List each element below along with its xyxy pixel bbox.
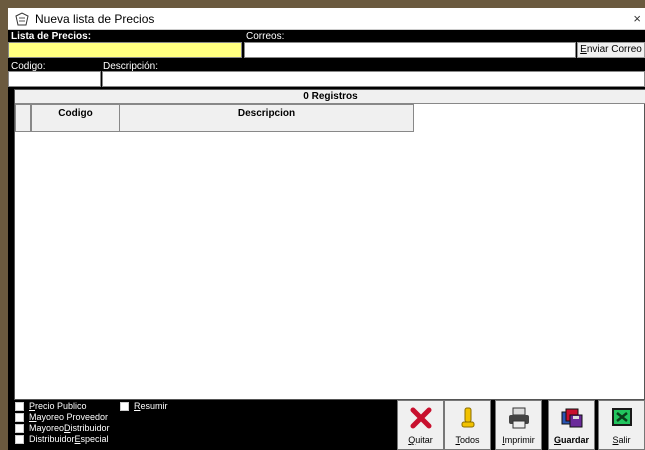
records-grid[interactable]: 0 Registros Codigo Descripcion [14, 89, 645, 400]
printer-icon [509, 407, 529, 429]
enviar-correo-button[interactable]: Enviar Correo [577, 42, 645, 58]
close-button[interactable]: × [617, 8, 645, 30]
mayoreo-distribuidor-checkbox[interactable]: Mayoreo Distribuidor [15, 423, 110, 433]
salir-button[interactable]: Salir [598, 400, 645, 450]
codigo-input[interactable] [8, 71, 101, 87]
correos-label: Correos: [246, 31, 285, 42]
row-selector-header [15, 104, 31, 132]
todos-button[interactable]: Todos [444, 400, 491, 450]
yellow-tube-icon [461, 407, 475, 428]
distribuidor-especial-checkbox[interactable]: Distribuidor Especial [15, 434, 109, 444]
correos-input[interactable] [244, 42, 576, 58]
quitar-button[interactable]: Quitar [397, 400, 444, 450]
lista-precios-label: Lista de Precios: [11, 31, 92, 42]
column-header-descripcion[interactable]: Descripcion [119, 104, 414, 132]
green-exit-icon [612, 408, 632, 426]
main-window: Nueva lista de Precios × Lista de Precio… [8, 8, 645, 450]
resumir-checkbox[interactable]: Resumir [120, 401, 168, 411]
mayoreo-proveedor-checkbox[interactable]: Mayoreo Proveedor [15, 412, 108, 422]
title-bar: Nueva lista de Precios × [8, 8, 645, 30]
lista-precios-input[interactable] [8, 42, 242, 58]
window-title: Nueva lista de Precios [35, 12, 155, 26]
column-header-codigo[interactable]: Codigo [31, 104, 120, 132]
price-list-icon [15, 12, 29, 26]
record-count-bar: 0 Registros [15, 90, 645, 104]
red-x-icon [410, 407, 432, 429]
floppy-disks-icon [561, 408, 583, 428]
bottom-panel: Precio Publico Mayoreo Proveedor Mayoreo… [8, 400, 645, 450]
guardar-button[interactable]: Guardar [548, 400, 595, 450]
precio-publico-checkbox[interactable]: Precio Publico [15, 401, 87, 411]
descripcion-input[interactable] [102, 71, 645, 87]
imprimir-button[interactable]: Imprimir [495, 400, 542, 450]
